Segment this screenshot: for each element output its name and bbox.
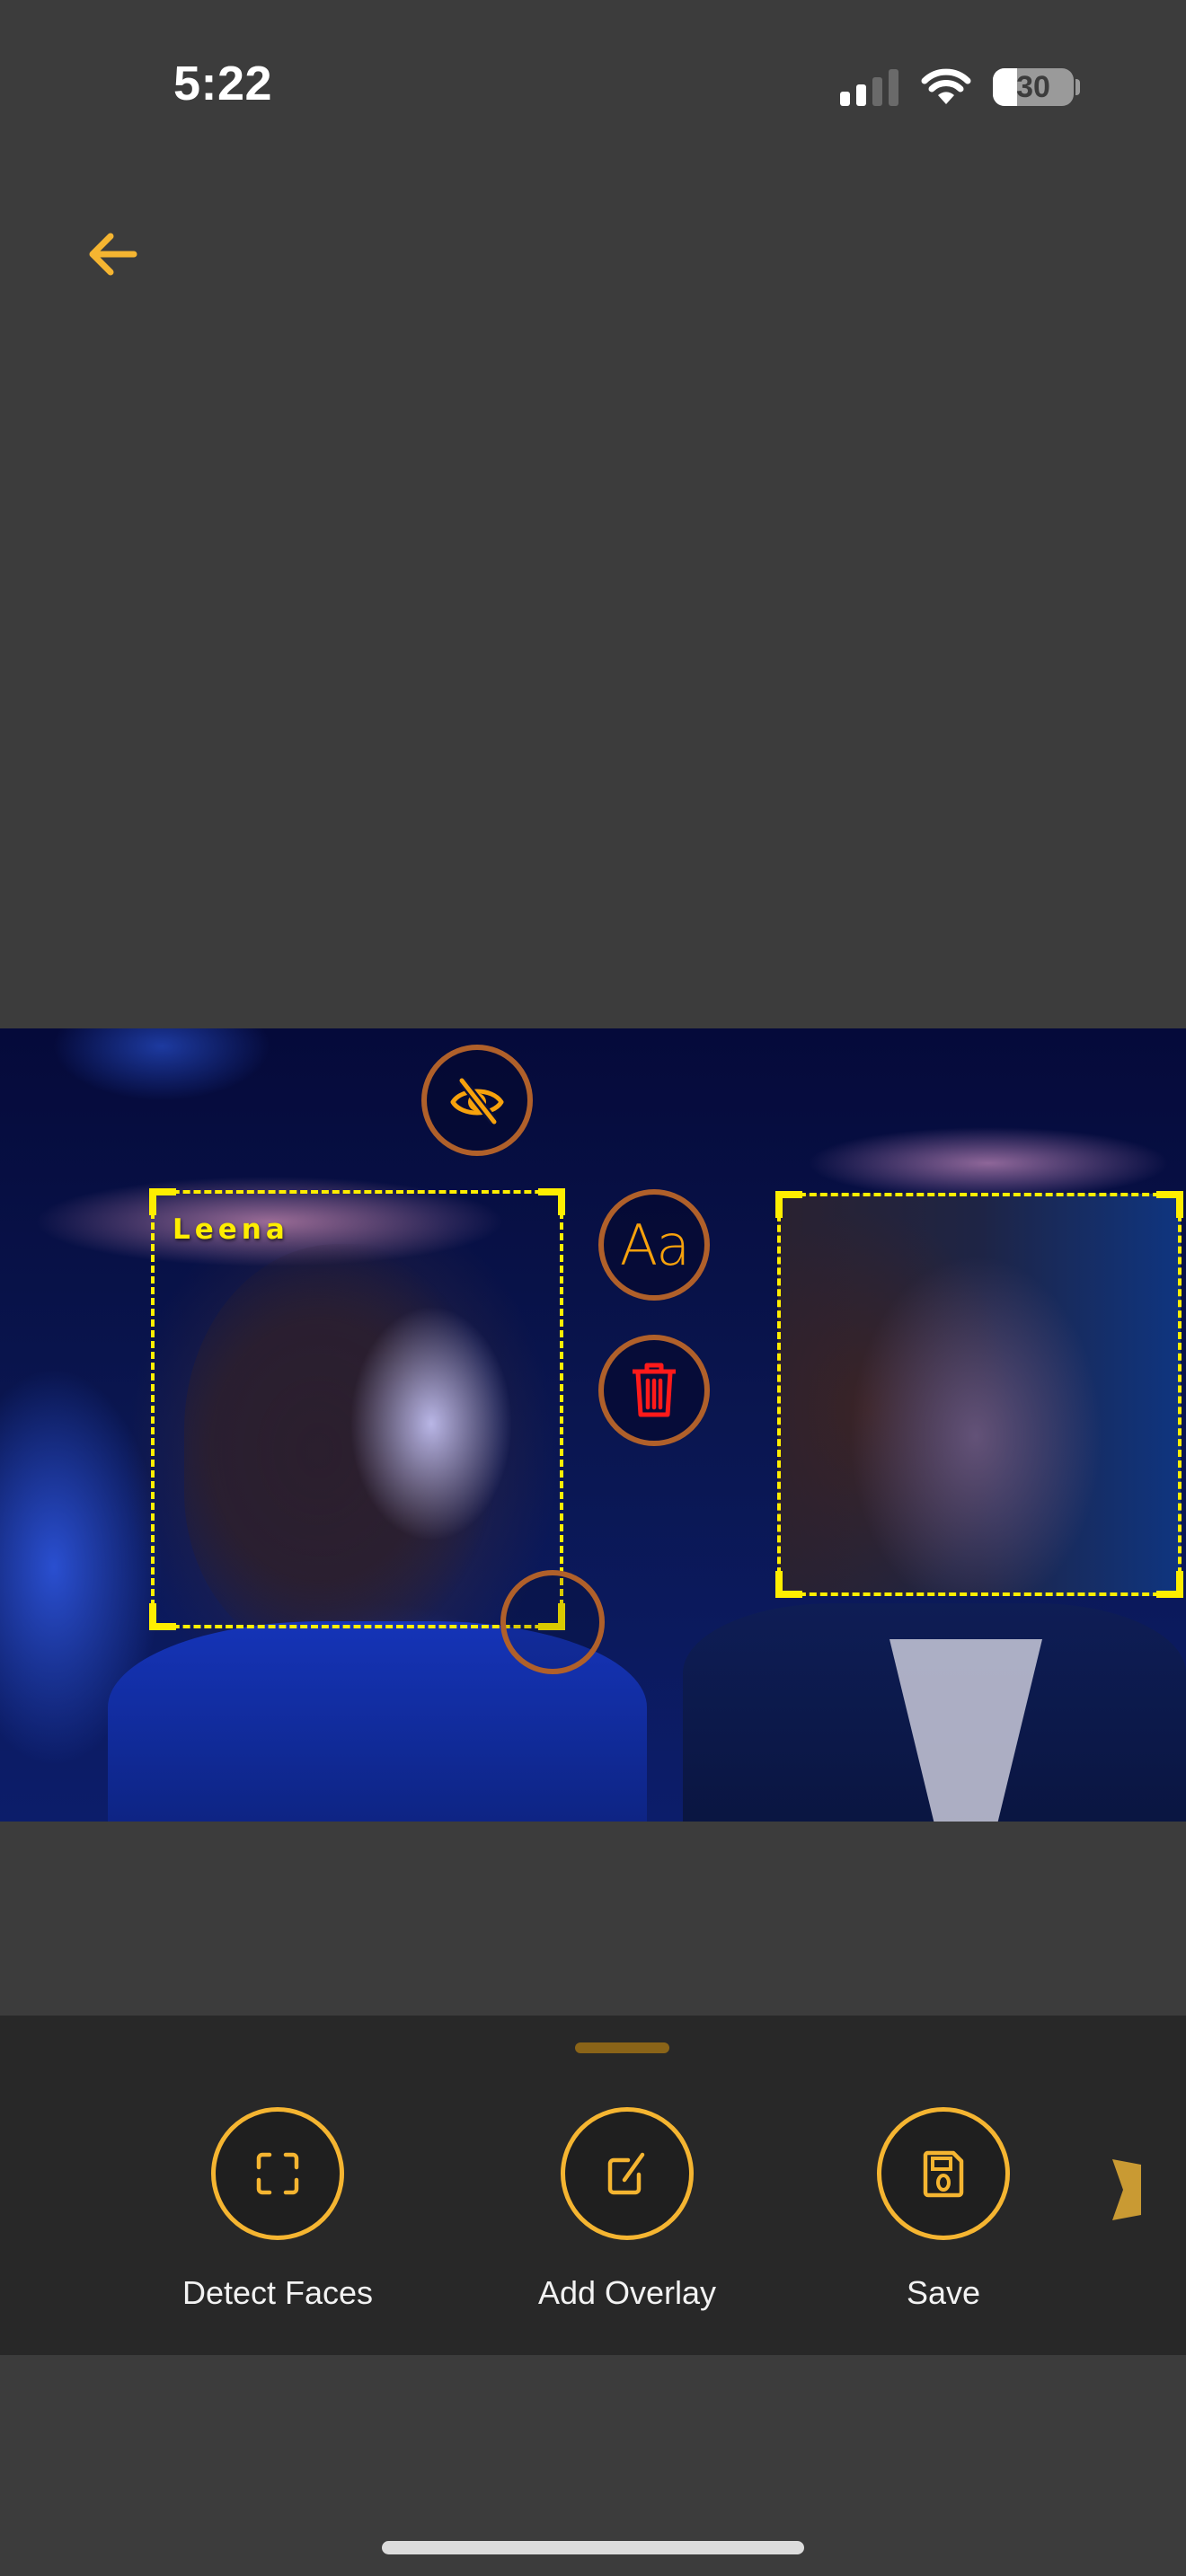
- text-style-button[interactable]: Aa: [598, 1189, 710, 1301]
- home-indicator[interactable]: [382, 2541, 804, 2554]
- photo-canvas[interactable]: Leena Aa: [0, 1028, 1186, 1822]
- battery-percent-text: 30: [1016, 70, 1050, 104]
- face-scan-icon: [256, 2152, 299, 2195]
- arrow-left-icon: [89, 233, 137, 276]
- add-overlay-label: Add Overlay: [537, 2274, 717, 2311]
- add-overlay-icon-ring: [561, 2107, 694, 2240]
- save-label: Save: [906, 2274, 981, 2311]
- battery-nub: [1075, 79, 1080, 95]
- wifi-icon: [921, 68, 971, 104]
- trash-icon: [633, 1363, 676, 1417]
- add-overlay-button[interactable]: Add Overlay: [510, 2107, 744, 2312]
- save-button[interactable]: Save: [827, 2107, 1060, 2312]
- face-box-corner: [149, 1603, 176, 1630]
- resize-handle[interactable]: [500, 1570, 605, 1674]
- eye-slash-icon: [450, 1077, 504, 1125]
- face-box-corner: [149, 1188, 176, 1215]
- status-time: 5:22: [173, 57, 273, 110]
- back-button[interactable]: [72, 216, 153, 293]
- face-box-corner: [775, 1571, 802, 1598]
- detect-faces-label: Detect Faces: [181, 2274, 374, 2311]
- face-box-corner: [775, 1191, 802, 1218]
- delete-face-button[interactable]: [598, 1335, 710, 1446]
- floppy-disk-icon: [923, 2150, 964, 2198]
- face-box-blurred[interactable]: [775, 1191, 1183, 1598]
- battery-indicator: 30: [993, 68, 1074, 106]
- face-box-corner: [538, 1188, 565, 1215]
- face-box-corner: [1156, 1191, 1183, 1218]
- edit-square-icon: [607, 2152, 645, 2195]
- detect-faces-button[interactable]: Detect Faces: [161, 2107, 394, 2312]
- face-box-labeled[interactable]: Leena: [149, 1188, 565, 1630]
- text-style-label: Aa: [619, 1212, 690, 1278]
- toggle-visibility-button[interactable]: [421, 1045, 533, 1156]
- save-icon-ring: [877, 2107, 1010, 2240]
- cellular-signal-icon: [840, 69, 899, 106]
- sheet-grabber[interactable]: [575, 2042, 669, 2053]
- chevron-right-icon[interactable]: [1111, 2159, 1143, 2220]
- detect-faces-icon-ring: [211, 2107, 344, 2240]
- bottom-toolbar: Detect Faces Add Overlay Save: [0, 2016, 1186, 2355]
- face-name-label[interactable]: Leena: [173, 1213, 289, 1246]
- face-box-corner: [1156, 1571, 1183, 1598]
